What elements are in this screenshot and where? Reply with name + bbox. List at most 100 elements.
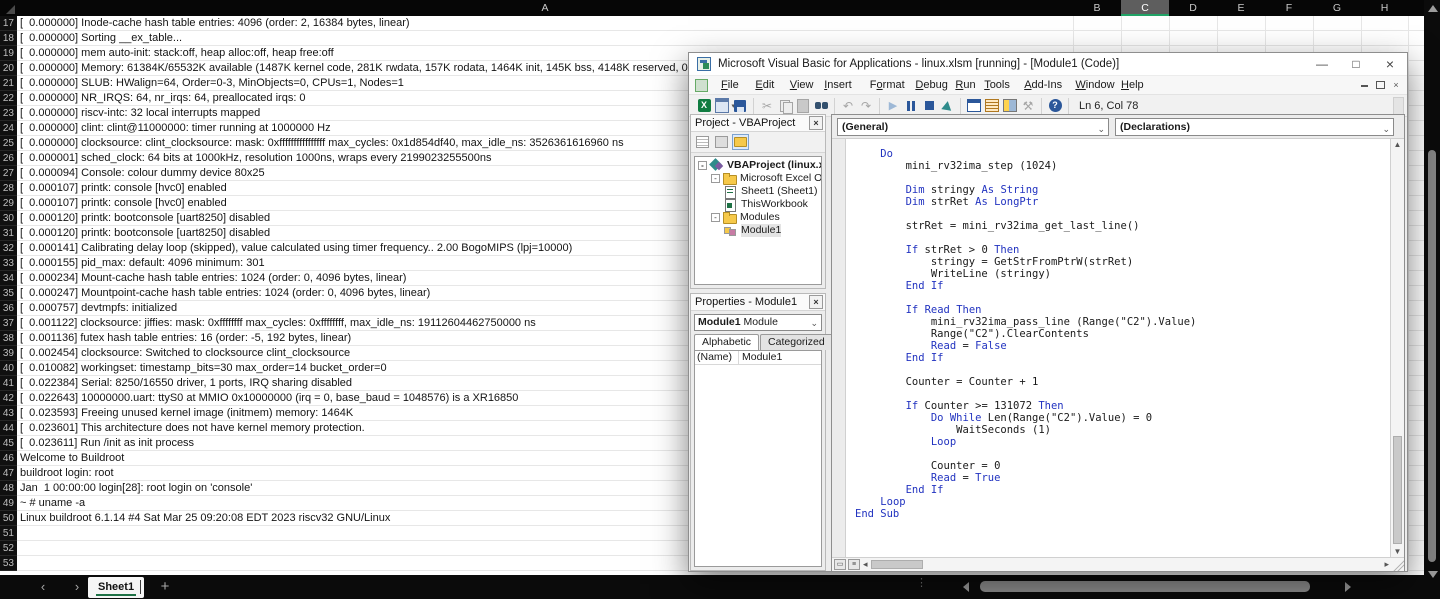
code-hscroll-thumb[interactable] — [871, 560, 923, 569]
tree-item-label[interactable]: Module1 — [741, 224, 781, 237]
row-headers[interactable]: 1718192021222324252627282930313233343536… — [0, 16, 17, 571]
tab-alphabetic[interactable]: Alphabetic — [694, 334, 759, 350]
mdi-restore-icon[interactable] — [1376, 81, 1385, 89]
excel-icon[interactable] — [695, 97, 713, 115]
row-number[interactable]: 28 — [0, 181, 17, 196]
scroll-right-icon[interactable]: ▸ — [1384, 559, 1389, 570]
row-number[interactable]: 43 — [0, 406, 17, 421]
property-value[interactable]: Module1 — [739, 351, 821, 364]
properties-window-icon[interactable] — [983, 97, 1001, 115]
paste-icon[interactable] — [794, 97, 812, 115]
row-number[interactable]: 37 — [0, 316, 17, 331]
project-explorer-icon[interactable] — [965, 97, 983, 115]
scroll-left-icon[interactable] — [963, 582, 969, 592]
menu-view[interactable]: View — [784, 76, 820, 95]
object-dropdown[interactable]: (General) ⌄ — [837, 118, 1109, 136]
column-header-f[interactable]: F — [1265, 0, 1313, 16]
view-code-icon[interactable] — [694, 134, 711, 150]
close-button[interactable]: × — [1373, 53, 1407, 76]
object-browser-icon[interactable] — [1001, 97, 1019, 115]
toggle-folders-icon[interactable] — [732, 134, 749, 150]
toolbar-options-icon[interactable] — [1393, 97, 1404, 115]
project-panel-header[interactable]: Project - VBAProject × — [691, 115, 825, 132]
tree-item-modules[interactable]: -Modules — [695, 211, 821, 224]
sheet-row[interactable]: [ 0.000000] Sorting __ex_table... — [17, 31, 1440, 46]
scroll-up-icon[interactable]: ▲ — [1391, 140, 1404, 149]
row-number[interactable]: 33 — [0, 256, 17, 271]
next-sheet-button[interactable]: › — [68, 578, 86, 596]
row-number[interactable]: 25 — [0, 136, 17, 151]
row-number[interactable]: 52 — [0, 541, 17, 556]
column-header-g[interactable]: G — [1313, 0, 1361, 16]
row-number[interactable]: 38 — [0, 331, 17, 346]
row-number[interactable]: 47 — [0, 466, 17, 481]
tree-item-label[interactable]: Microsoft Excel Objects — [740, 172, 822, 185]
minimize-button[interactable]: — — [1305, 53, 1339, 76]
select-all-corner[interactable] — [0, 0, 17, 16]
row-number[interactable]: 27 — [0, 166, 17, 181]
code-vscroll-thumb[interactable] — [1393, 436, 1402, 545]
row-number[interactable]: 41 — [0, 376, 17, 391]
prev-sheet-button[interactable]: ‹ — [34, 578, 52, 596]
toolbox-icon[interactable]: ⚒ — [1019, 97, 1037, 115]
row-number[interactable]: 53 — [0, 556, 17, 571]
procedure-dropdown[interactable]: (Declarations) ⌄ — [1115, 118, 1394, 136]
scrollbar-resize-handle[interactable]: ⋮ — [916, 579, 927, 587]
row-number[interactable]: 29 — [0, 196, 17, 211]
menu-window[interactable]: Window — [1069, 76, 1120, 95]
row-number[interactable]: 19 — [0, 46, 17, 61]
insert-userform-icon[interactable] — [713, 97, 731, 115]
menu-addins[interactable]: Add-Ins — [1018, 76, 1068, 95]
row-number[interactable]: 24 — [0, 121, 17, 136]
add-sheet-button[interactable]: + — [155, 577, 175, 597]
code-vertical-scrollbar[interactable]: ▲ ▼ — [1390, 139, 1404, 557]
row-number[interactable]: 21 — [0, 76, 17, 91]
tab-sheet1[interactable]: Sheet1 — [88, 577, 144, 598]
row-number[interactable]: 17 — [0, 16, 17, 31]
column-headers[interactable]: ABCDEFGH — [0, 0, 1440, 16]
reset-icon[interactable] — [920, 97, 938, 115]
redo-icon[interactable]: ↷ — [857, 97, 875, 115]
scroll-up-icon[interactable] — [1428, 5, 1438, 12]
cut-icon[interactable]: ✂ — [758, 97, 776, 115]
menu-edit[interactable]: Edit — [749, 76, 780, 95]
column-header-c[interactable]: C — [1121, 0, 1169, 16]
properties-panel-header[interactable]: Properties - Module1 × — [691, 294, 825, 311]
row-number[interactable]: 50 — [0, 511, 17, 526]
row-number[interactable]: 45 — [0, 436, 17, 451]
row-number[interactable]: 48 — [0, 481, 17, 496]
tree-item-thisworkbook[interactable]: ThisWorkbook — [695, 198, 821, 211]
menu-debug[interactable]: Debug — [909, 76, 953, 95]
row-number[interactable]: 18 — [0, 31, 17, 46]
menu-tools[interactable]: Tools — [978, 76, 1016, 95]
sheet-vertical-scrollbar[interactable] — [1424, 0, 1440, 599]
column-header-a[interactable]: A — [17, 0, 1073, 16]
properties-close-icon[interactable]: × — [809, 295, 823, 309]
row-number[interactable]: 30 — [0, 211, 17, 226]
expander-icon[interactable]: - — [711, 174, 720, 183]
property-row[interactable]: (Name) Module1 — [695, 351, 821, 365]
row-number[interactable]: 22 — [0, 91, 17, 106]
help-icon[interactable] — [1046, 97, 1064, 115]
column-header-e[interactable]: E — [1217, 0, 1265, 16]
sheet-row[interactable]: [ 0.000000] Inode-cache hash table entri… — [17, 16, 1440, 31]
scroll-left-icon[interactable]: ◂ — [863, 559, 868, 570]
vba-titlebar[interactable]: Microsoft Visual Basic for Applications … — [689, 53, 1407, 76]
run-icon[interactable]: ▶ — [884, 97, 902, 115]
menu-format[interactable]: Format — [864, 76, 911, 95]
row-number[interactable]: 31 — [0, 226, 17, 241]
procedure-view-icon[interactable]: ▭ — [834, 559, 846, 570]
tree-item-label[interactable]: ThisWorkbook — [741, 198, 808, 211]
row-number[interactable]: 23 — [0, 106, 17, 121]
mdi-minimize-icon[interactable] — [1357, 80, 1371, 91]
tree-item-sheet1-sheet1-[interactable]: Sheet1 (Sheet1) — [695, 185, 821, 198]
code-editor[interactable]: Do mini_rv32ima_step (1024) Dim stringy … — [847, 139, 1390, 557]
tree-item-vbaproject-linux-xlsm-[interactable]: -VBAProject (linux.xlsm) — [695, 159, 821, 172]
row-number[interactable]: 34 — [0, 271, 17, 286]
column-header-d[interactable]: D — [1169, 0, 1217, 16]
view-object-icon[interactable] — [713, 134, 730, 150]
row-number[interactable]: 46 — [0, 451, 17, 466]
row-number[interactable]: 42 — [0, 391, 17, 406]
tab-categorized[interactable]: Categorized — [760, 334, 833, 350]
tree-item-module1[interactable]: Module1 — [695, 224, 821, 237]
